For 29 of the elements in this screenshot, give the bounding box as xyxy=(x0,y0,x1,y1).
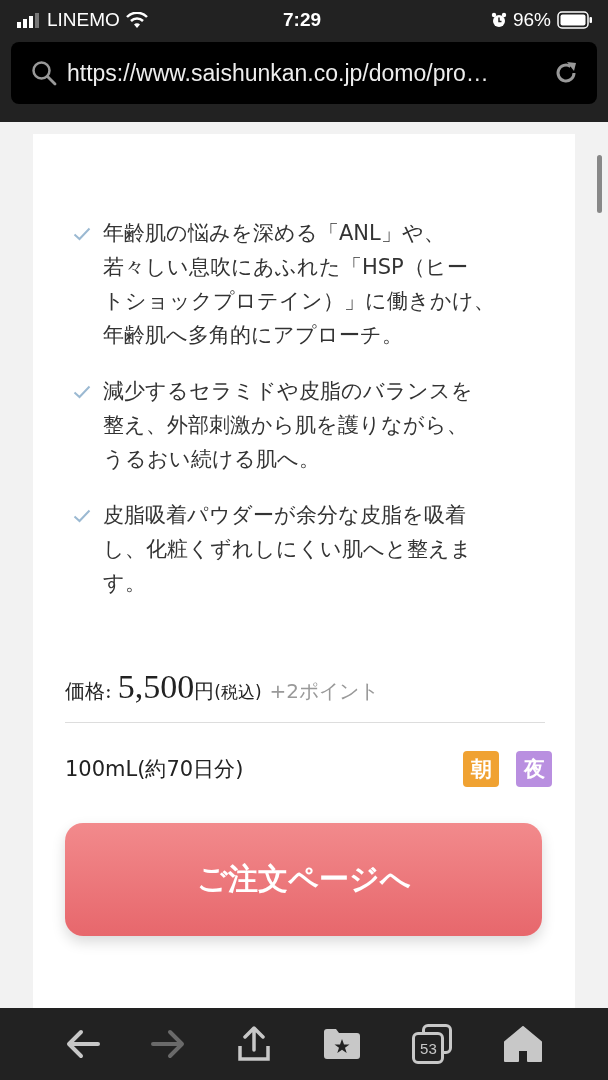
points-text: +2ポイント xyxy=(269,678,379,705)
check-icon xyxy=(73,509,91,523)
feature-text: 減少するセラミドや皮脂のバランスを 整え、外部刺激から肌を護りながら、 うるおい続ける肌へ。 xyxy=(103,378,473,473)
search-icon xyxy=(31,60,57,86)
check-icon xyxy=(73,385,91,399)
back-arrow-icon[interactable] xyxy=(65,1029,100,1059)
share-icon[interactable] xyxy=(237,1026,272,1062)
volume-text: 100mL(約70日分) xyxy=(65,756,244,783)
address-bar[interactable]: https://www.saishunkan.co.jp/domo/pro… xyxy=(11,42,597,104)
wifi-icon xyxy=(125,12,148,28)
home-icon[interactable] xyxy=(504,1026,543,1062)
check-icon xyxy=(73,227,91,241)
time-badge: 夜 xyxy=(516,751,552,787)
url-text: https://www.saishunkan.co.jp/domo/pro… xyxy=(67,59,490,87)
bookmark-folder-icon[interactable] xyxy=(322,1028,361,1060)
price-amount: 5,500 xyxy=(117,668,195,706)
battery-percent: 96% xyxy=(512,9,551,31)
scrollbar[interactable] xyxy=(597,155,602,213)
time-badge: 朝 xyxy=(463,751,499,787)
feature-text: 皮脂吸着パウダーが余分な皮脂を吸着 し、化粧くずれしにくい肌へと整えま す。 xyxy=(103,502,472,597)
price-label: 価格: xyxy=(65,678,112,705)
signal-icon xyxy=(17,12,41,28)
feature-text: 年齢肌の悩みを深める「ANL」や、 若々しい息吹にあふれた「HSP（ヒー トショックプロテイン）」に働きかけ、 年齢肌へ多角的にアプローチ。 xyxy=(103,220,495,349)
tax-note: (税込) xyxy=(214,681,262,704)
clock-time: 7:29 xyxy=(283,9,321,31)
battery-icon xyxy=(557,11,593,29)
currency-unit: 円 xyxy=(194,678,215,705)
carrier-name: LINEMO xyxy=(47,9,120,31)
alarm-icon xyxy=(490,12,507,28)
